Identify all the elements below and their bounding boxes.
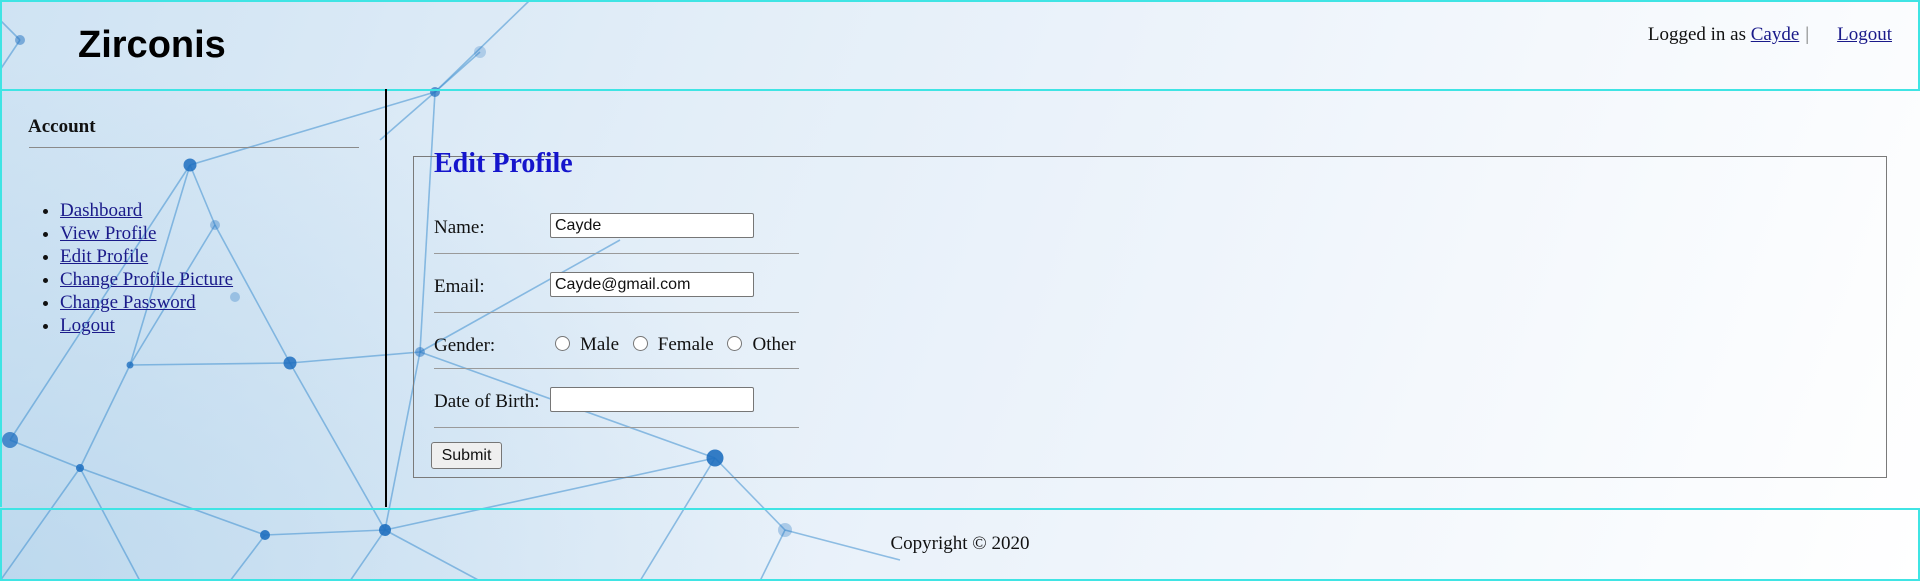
dob-row: Date of Birth:: [434, 369, 799, 428]
sidebar-item-change-password: Change Password: [60, 291, 233, 314]
gender-male-radio[interactable]: [555, 336, 570, 351]
sidebar-item-view-profile: View Profile: [60, 222, 233, 245]
gender-male-label[interactable]: Male: [580, 334, 619, 355]
sidebar-heading: Account: [28, 116, 96, 137]
header-separator: |: [1805, 24, 1810, 45]
gender-other-label[interactable]: Other: [752, 334, 795, 355]
sidebar-link-change-profile-picture[interactable]: Change Profile Picture: [60, 269, 233, 290]
name-row: Name: Cayde: [434, 195, 799, 254]
submit-button[interactable]: Submit: [431, 442, 502, 469]
sidebar-divider: [29, 147, 359, 148]
sidebar-link-logout[interactable]: Logout: [60, 315, 115, 336]
email-label: Email:: [434, 276, 485, 297]
sidebar: Account Dashboard View Profile Edit Prof…: [0, 89, 387, 507]
username-link[interactable]: Cayde: [1751, 24, 1800, 45]
dob-label: Date of Birth:: [434, 391, 540, 412]
sidebar-item-dashboard: Dashboard: [60, 199, 233, 222]
sidebar-item-edit-profile: Edit Profile: [60, 245, 233, 268]
copyright-text: Copyright © 2020: [890, 533, 1030, 554]
name-input[interactable]: Cayde: [550, 213, 754, 238]
form-legend: Edit Profile: [434, 148, 573, 179]
gender-label: Gender:: [434, 335, 496, 356]
email-input[interactable]: Cayde@gmail.com: [550, 272, 754, 297]
user-bar: Logged in as Cayde | Logout: [1648, 24, 1892, 46]
gender-row: Gender: Male Female Other: [434, 313, 799, 369]
edit-profile-form: Edit Profile Name: Cayde Email: Cayde@gm…: [413, 149, 1887, 478]
sidebar-link-edit-profile[interactable]: Edit Profile: [60, 246, 148, 267]
gender-female-label[interactable]: Female: [658, 334, 714, 355]
sidebar-nav: Dashboard View Profile Edit Profile Chan…: [2, 199, 233, 337]
header-logout-link[interactable]: Logout: [1837, 24, 1892, 45]
sidebar-item-logout: Logout: [60, 314, 233, 337]
site-header: Zirconis Logged in as Cayde | Logout: [0, 0, 1920, 91]
gender-female-radio[interactable]: [632, 336, 648, 351]
email-row: Email: Cayde@gmail.com: [434, 254, 799, 313]
main-content: Edit Profile Name: Cayde Email: Cayde@gm…: [413, 148, 1889, 478]
site-title: Zirconis: [78, 24, 226, 66]
site-footer: Copyright © 2020: [0, 508, 1920, 581]
gender-other-radio[interactable]: [727, 336, 743, 351]
sidebar-link-change-password[interactable]: Change Password: [60, 292, 196, 313]
gender-radio-group: Male Female Other: [555, 334, 805, 356]
logged-in-text: Logged in as: [1647, 24, 1746, 45]
name-label: Name:: [434, 217, 485, 238]
sidebar-item-change-profile-picture: Change Profile Picture: [60, 268, 233, 291]
sidebar-link-view-profile[interactable]: View Profile: [60, 223, 156, 244]
dob-input[interactable]: [550, 387, 754, 412]
sidebar-link-dashboard[interactable]: Dashboard: [60, 200, 142, 221]
